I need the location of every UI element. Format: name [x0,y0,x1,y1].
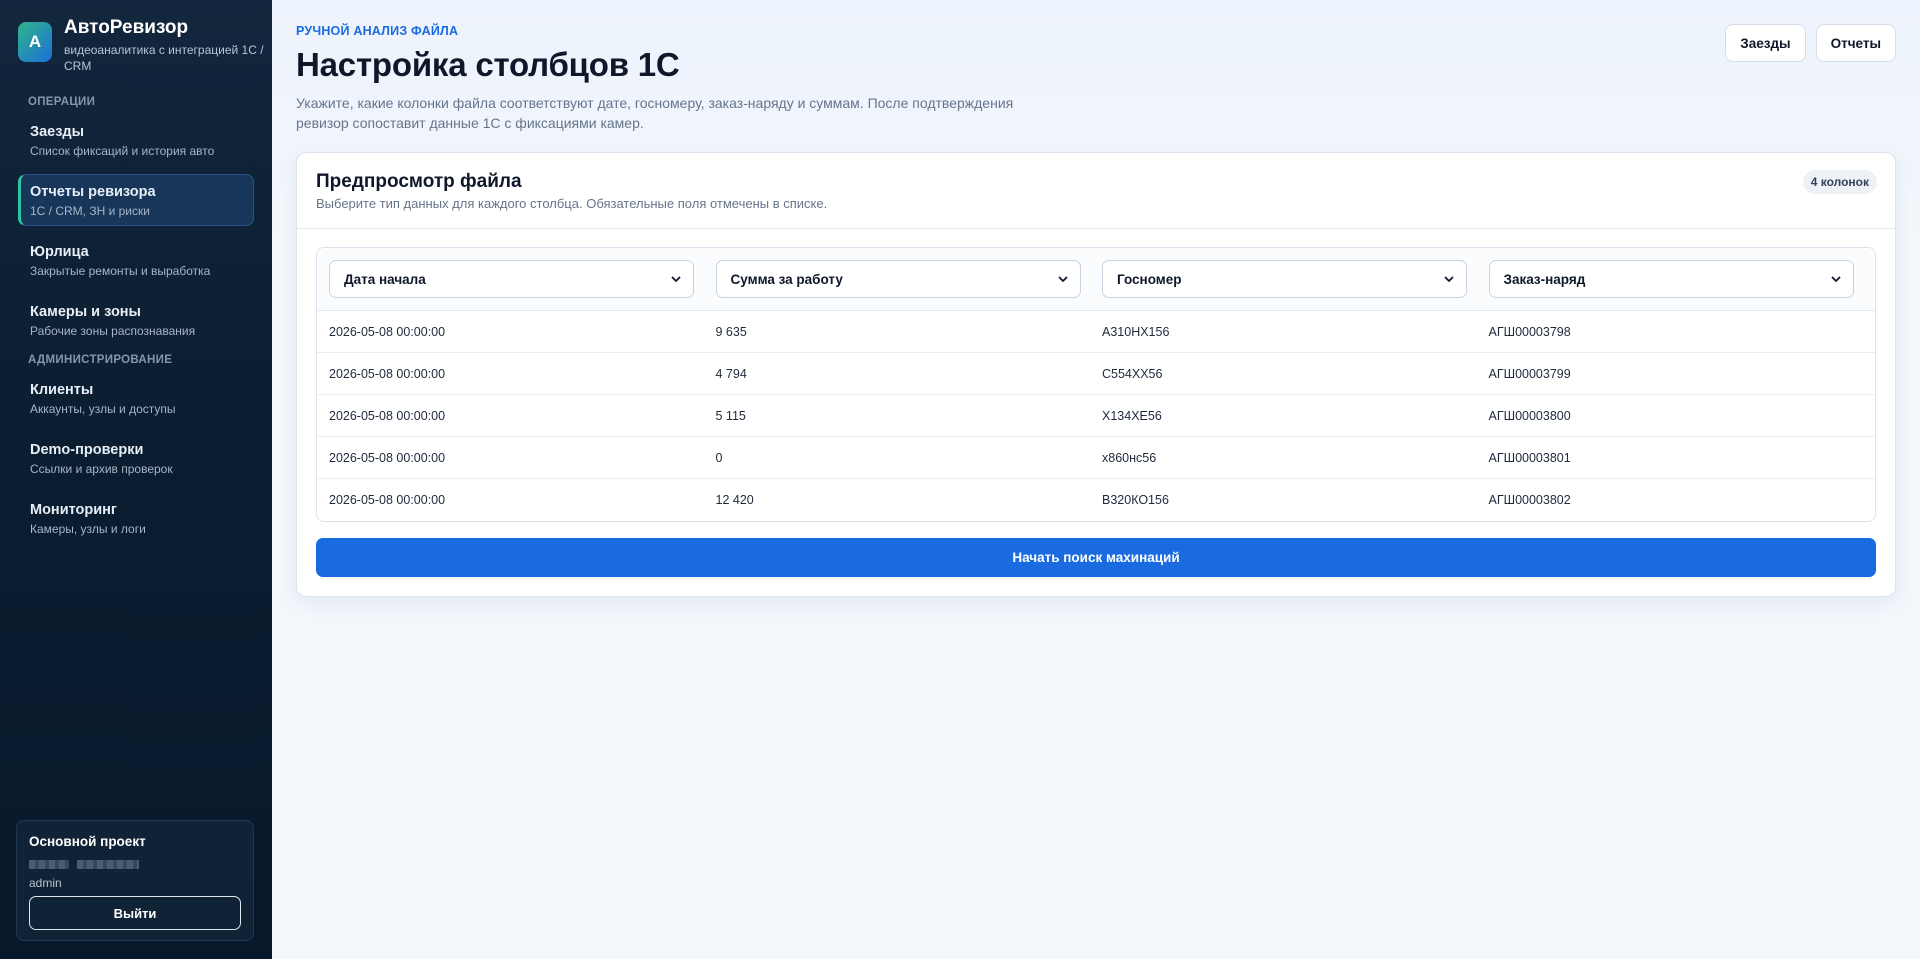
sidebar-item-sublabel: Камеры, узлы и логи [30,522,146,536]
table-cell: АГШ00003799 [1488,366,1571,381]
sidebar: А АвтоРевизор видеоаналитика с интеграци… [0,0,272,959]
table-cell: 2026-05-08 00:00:00 [329,324,446,339]
table-cell: х860нс56 [1102,450,1157,465]
sidebar-item-legal-entities[interactable]: Юрлица Закрытые ремонты и выработка [18,234,254,286]
brand-title: АвтоРевизор [64,17,189,38]
arrivals-button[interactable]: Заезды [1725,24,1806,62]
sidebar-item-auditor-reports[interactable]: Отчеты ревизора 1С / CRM, ЗН и риски [18,174,254,226]
reports-button[interactable]: Отчеты [1815,24,1896,62]
sidebar-item-label: Мониторинг [30,502,117,518]
table-cell: 2026-05-08 00:00:00 [329,450,446,465]
project-user: admin [29,876,62,890]
sidebar-item-sublabel: Закрытые ремонты и выработка [30,264,211,278]
table-cell: 4 794 [715,366,747,381]
sidebar-item-label: Отчеты ревизора [30,184,156,200]
column-type-select-2[interactable]: Сумма за работу [715,260,1081,298]
logout-button[interactable]: Выйти [29,896,241,930]
table-row: 2026-05-08 00:00:00 0 х860нс56 АГШ000038… [317,437,1875,479]
table-cell: АГШ00003798 [1488,324,1571,339]
table-cell: 5 115 [715,408,746,423]
select-value: Госномер [1117,271,1182,287]
table-cell: АГШ00003802 [1488,493,1571,507]
table-cell: АГШ00003801 [1488,450,1571,465]
select-value: Заказ-наряд [1503,271,1586,287]
file-preview-card: Предпросмотр файла Выберите тип данных д… [296,152,1896,597]
project-title: Основной проект [29,834,146,849]
sidebar-item-sublabel: 1С / CRM, ЗН и риски [30,204,150,218]
table-cell: С554ХХ56 [1102,366,1163,381]
sidebar-item-sublabel: Рабочие зоны распознавания [30,324,196,338]
sidebar-item-label: Demo-проверки [30,442,144,458]
table-row: 2026-05-08 00:00:00 9 635 А310НХ156 АГШ0… [317,311,1875,353]
table-cell: 2026-05-08 00:00:00 [329,493,446,507]
sidebar-item-monitoring[interactable]: Мониторинг Камеры, узлы и логи [18,492,254,544]
select-value: Дата начала [344,271,426,287]
brand-logo: А [18,22,52,62]
brand: А АвтоРевизор видеоаналитика с интеграци… [0,0,272,74]
column-count-badge: 4 колонок [1802,170,1877,194]
brand-subtitle: видеоаналитика с интеграцией 1С / CRM [64,43,264,73]
start-fraud-search-button[interactable]: Начать поиск махинаций [316,538,1876,577]
sidebar-item-sublabel: Аккаунты, узлы и доступы [30,402,176,416]
column-type-select-3[interactable]: Госномер [1102,260,1467,298]
header-actions: Заезды Отчеты [1725,24,1896,62]
column-mapping-row: Дата начала Сумма за работу Госномер Зак… [317,248,1875,311]
main-content: РУЧНОЙ АНАЛИЗ ФАЙЛА Настройка столбцов 1… [272,0,1920,959]
sidebar-item-clients[interactable]: Клиенты Аккаунты, узлы и доступы [18,372,254,424]
page-eyebrow: РУЧНОЙ АНАЛИЗ ФАЙЛА [296,24,459,38]
column-type-select-4[interactable]: Заказ-наряд [1488,260,1854,298]
sidebar-item-label: Клиенты [30,382,94,398]
sidebar-item-label: Юрлица [30,244,89,260]
page-header: РУЧНОЙ АНАЛИЗ ФАЙЛА Настройка столбцов 1… [272,0,1920,133]
section-title-operations: ОПЕРАЦИИ [28,96,96,108]
sidebar-item-label: Камеры и зоны [30,304,141,320]
select-value: Сумма за работу [730,271,843,287]
table-cell: В320КО156 [1102,493,1169,507]
card-header: Предпросмотр файла Выберите тип данных д… [297,153,1895,229]
sidebar-item-label: Заезды [30,124,85,140]
chevron-down-icon [1444,276,1454,282]
table-cell: 0 [715,450,723,465]
table-cell: 12 420 [715,493,754,507]
sidebar-item-demo-checks[interactable]: Demo-проверки Ссылки и архив проверок [18,432,254,484]
table-row: 2026-05-08 00:00:00 12 420 В320КО156 АГШ… [317,479,1875,521]
project-card: Основной проект admin Выйти [16,820,254,941]
table-row: 2026-05-08 00:00:00 5 115 Х134ХЕ56 АГШ00… [317,395,1875,437]
page-title: Настройка столбцов 1С [296,46,680,83]
table-cell: 2026-05-08 00:00:00 [329,408,446,423]
masked-project-info [29,859,241,869]
card-subtitle: Выберите тип данных для каждого столбца.… [316,196,828,211]
card-title: Предпросмотр файла [316,171,522,192]
sidebar-item-sublabel: Список фиксаций и история авто [30,144,215,158]
sidebar-item-sublabel: Ссылки и архив проверок [30,462,173,476]
sidebar-item-cameras-zones[interactable]: Камеры и зоны Рабочие зоны распознавания [18,294,254,346]
table-cell: 2026-05-08 00:00:00 [329,366,446,381]
table-cell: АГШ00003800 [1488,408,1571,423]
table-cell: А310НХ156 [1102,324,1170,339]
table-row: 2026-05-08 00:00:00 4 794 С554ХХ56 АГШ00… [317,353,1875,395]
chevron-down-icon [1058,276,1067,282]
chevron-down-icon [1831,276,1840,282]
preview-table: Дата начала Сумма за работу Госномер Зак… [316,247,1876,522]
section-title-administration: АДМИНИСТРИРОВАНИЕ [28,354,173,366]
chevron-down-icon [671,276,681,282]
column-type-select-1[interactable]: Дата начала [329,260,694,298]
table-cell: 9 635 [715,324,747,339]
table-cell: Х134ХЕ56 [1102,408,1162,423]
page-description: Укажите, какие колонки файла соответству… [296,95,1014,131]
sidebar-item-arrivals[interactable]: Заезды Список фиксаций и история авто [18,114,254,166]
